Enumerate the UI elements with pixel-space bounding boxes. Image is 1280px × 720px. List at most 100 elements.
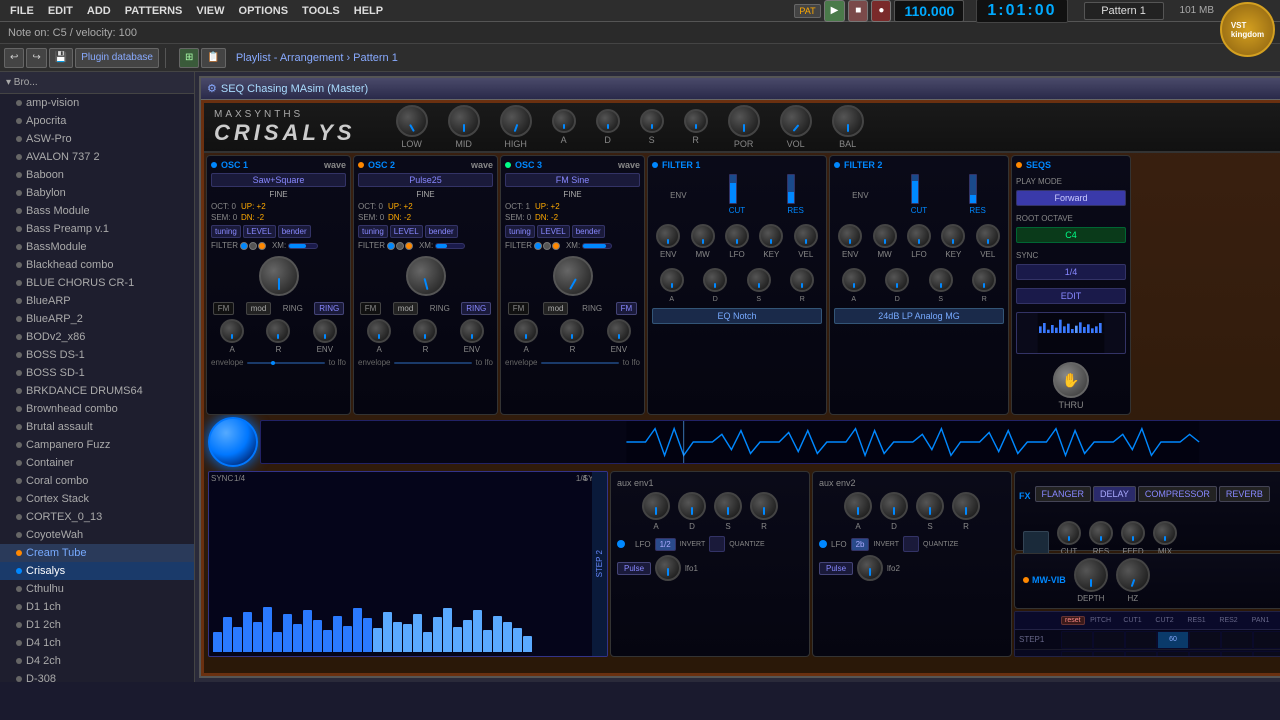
seq-bar-7[interactable] — [283, 614, 292, 652]
menu-item-file[interactable]: FILE — [4, 5, 40, 17]
seq-bar-9[interactable] — [303, 610, 312, 652]
osc3-a-knob[interactable] — [514, 319, 538, 343]
filter2-type-display[interactable]: 24dB LP Analog MG — [834, 308, 1004, 324]
rec-btn[interactable]: ● — [871, 0, 891, 22]
step-cell-r0-c2[interactable] — [1125, 631, 1157, 649]
filter1-key-knob[interactable] — [759, 224, 783, 248]
aux2-d-knob[interactable] — [880, 492, 908, 520]
osc3-xm-slider[interactable] — [582, 243, 612, 249]
filter1-r-knob[interactable] — [790, 268, 814, 292]
toolbar-arrange[interactable]: 📋 — [201, 48, 225, 68]
osc3-center-knob[interactable] — [553, 256, 593, 296]
seq-bar-11[interactable] — [323, 630, 332, 652]
sidebar-item-bluearp[interactable]: BlueARP — [0, 292, 194, 310]
seqs-play-mode[interactable]: Forward — [1016, 190, 1126, 206]
low-knob[interactable] — [396, 105, 428, 137]
sidebar-item-cream-tube[interactable]: Cream Tube — [0, 544, 194, 562]
sidebar-item-blue-chorus-cr-1[interactable]: BLUE CHORUS CR-1 — [0, 274, 194, 292]
sidebar-item-asw-pro[interactable]: ASW-Pro — [0, 130, 194, 148]
toolbar-redo[interactable]: ↪ — [26, 48, 46, 68]
filter1-lfo-knob[interactable] — [725, 224, 749, 248]
lfo2-val-btn[interactable]: 2b — [851, 538, 870, 551]
seq-bar-24[interactable] — [453, 627, 462, 652]
sidebar-item-d4-2ch[interactable]: D4 2ch — [0, 652, 194, 670]
sidebar-item-blackhead-combo[interactable]: Blackhead combo — [0, 256, 194, 274]
fx-tab-compressor[interactable]: COMPRESSOR — [1138, 486, 1217, 502]
osc1-r-knob[interactable] — [266, 319, 290, 343]
seq-bar-15[interactable] — [363, 618, 372, 652]
osc3-tuning-btn[interactable]: tuning — [505, 225, 535, 238]
sidebar-item-campanero-fuzz[interactable]: Campanero Fuzz — [0, 436, 194, 454]
bal-knob[interactable] — [832, 105, 864, 137]
filter2-lfo-knob[interactable] — [907, 224, 931, 248]
osc1-center-knob[interactable] — [259, 256, 299, 296]
seq-bar-8[interactable] — [293, 624, 302, 652]
seq-bar-13[interactable] — [343, 626, 352, 652]
step-cell-r0-c4[interactable] — [1189, 631, 1221, 649]
osc1-fdot2[interactable] — [249, 242, 257, 250]
step-cell-r0-c5[interactable] — [1221, 631, 1253, 649]
osc3-fdot1[interactable] — [534, 242, 542, 250]
seq-bar-1[interactable] — [223, 617, 232, 652]
mwvib-depth-knob[interactable] — [1074, 558, 1108, 592]
osc3-ring-btn[interactable]: FM — [616, 302, 638, 315]
osc2-center-knob[interactable] — [406, 256, 446, 296]
step-cell-r1-c1[interactable] — [1093, 651, 1125, 657]
menu-item-view[interactable]: VIEW — [190, 5, 230, 17]
osc1-env-knob[interactable] — [313, 319, 337, 343]
aux1-a-knob[interactable] — [642, 492, 670, 520]
seq-bar-2[interactable] — [233, 627, 242, 652]
sidebar-item-d1-2ch[interactable]: D1 2ch — [0, 616, 194, 634]
toolbar-save[interactable]: 💾 — [49, 48, 73, 68]
osc3-env-knob[interactable] — [607, 319, 631, 343]
menu-item-tools[interactable]: TOOLS — [296, 5, 346, 17]
filter2-d-knob[interactable] — [885, 268, 909, 292]
seq-bar-0[interactable] — [213, 632, 222, 652]
seq-bar-26[interactable] — [473, 610, 482, 652]
osc1-fdot1[interactable] — [240, 242, 248, 250]
filter1-vel-knob[interactable] — [794, 224, 818, 248]
step-cell-r1-c4[interactable] — [1189, 651, 1221, 657]
seq-bar-29[interactable] — [503, 622, 512, 652]
lfo1-invert-box[interactable] — [709, 536, 725, 552]
step-cell-r0-c3[interactable]: 60 — [1157, 631, 1189, 649]
osc3-r-knob[interactable] — [560, 319, 584, 343]
toolbar-undo[interactable]: ↩ — [4, 48, 24, 68]
sidebar-item-crisalys[interactable]: Crisalys — [0, 562, 194, 580]
seqs-root-octave[interactable]: C4 — [1016, 227, 1126, 243]
step-reset-btn[interactable]: reset — [1061, 616, 1085, 625]
aux1-r-knob[interactable] — [750, 492, 778, 520]
sidebar-item-bassmodule[interactable]: BassModule — [0, 238, 194, 256]
sidebar-item-container[interactable]: Container — [0, 454, 194, 472]
filter2-env-knob[interactable] — [838, 224, 862, 248]
osc2-env-knob[interactable] — [460, 319, 484, 343]
seq-bar-23[interactable] — [443, 608, 452, 652]
osc2-fdot2[interactable] — [396, 242, 404, 250]
seq-bar-25[interactable] — [463, 620, 472, 652]
high-knob[interactable] — [500, 105, 532, 137]
menu-item-edit[interactable]: EDIT — [42, 5, 79, 17]
sidebar-item-bass-module[interactable]: Bass Module — [0, 202, 194, 220]
osc1-level-btn[interactable]: LEVEL — [243, 225, 276, 238]
sidebar-item-boss-ds-1[interactable]: BOSS DS-1 — [0, 346, 194, 364]
sidebar-item-apocrita[interactable]: Apocrita — [0, 112, 194, 130]
osc1-bender-btn[interactable]: bender — [278, 225, 311, 238]
filter1-mw-knob[interactable] — [691, 224, 715, 248]
fx-tab-reverb[interactable]: REVERB — [1219, 486, 1270, 502]
seqs-sync[interactable]: 1/4 — [1016, 264, 1126, 280]
osc2-tuning-btn[interactable]: tuning — [358, 225, 388, 238]
filter2-vel-knob[interactable] — [976, 224, 1000, 248]
vol-knob[interactable] — [780, 105, 812, 137]
osc2-level-btn[interactable]: LEVEL — [390, 225, 423, 238]
sidebar-item-boss-sd-1[interactable]: BOSS SD-1 — [0, 364, 194, 382]
step-cell-r1-c5[interactable] — [1221, 651, 1253, 657]
bpm-display[interactable]: 110.000 — [894, 0, 964, 22]
s-knob[interactable] — [640, 109, 664, 133]
fx-mix-knob[interactable] — [1153, 521, 1177, 545]
osc3-wave-selector[interactable]: FM Sine — [505, 173, 640, 187]
lfo2-invert-box[interactable] — [903, 536, 919, 552]
osc2-xm-slider[interactable] — [435, 243, 465, 249]
seq-bar-16[interactable] — [373, 628, 382, 652]
filter1-d-knob[interactable] — [703, 268, 727, 292]
sidebar-item-bass-preamp-v.1[interactable]: Bass Preamp v.1 — [0, 220, 194, 238]
